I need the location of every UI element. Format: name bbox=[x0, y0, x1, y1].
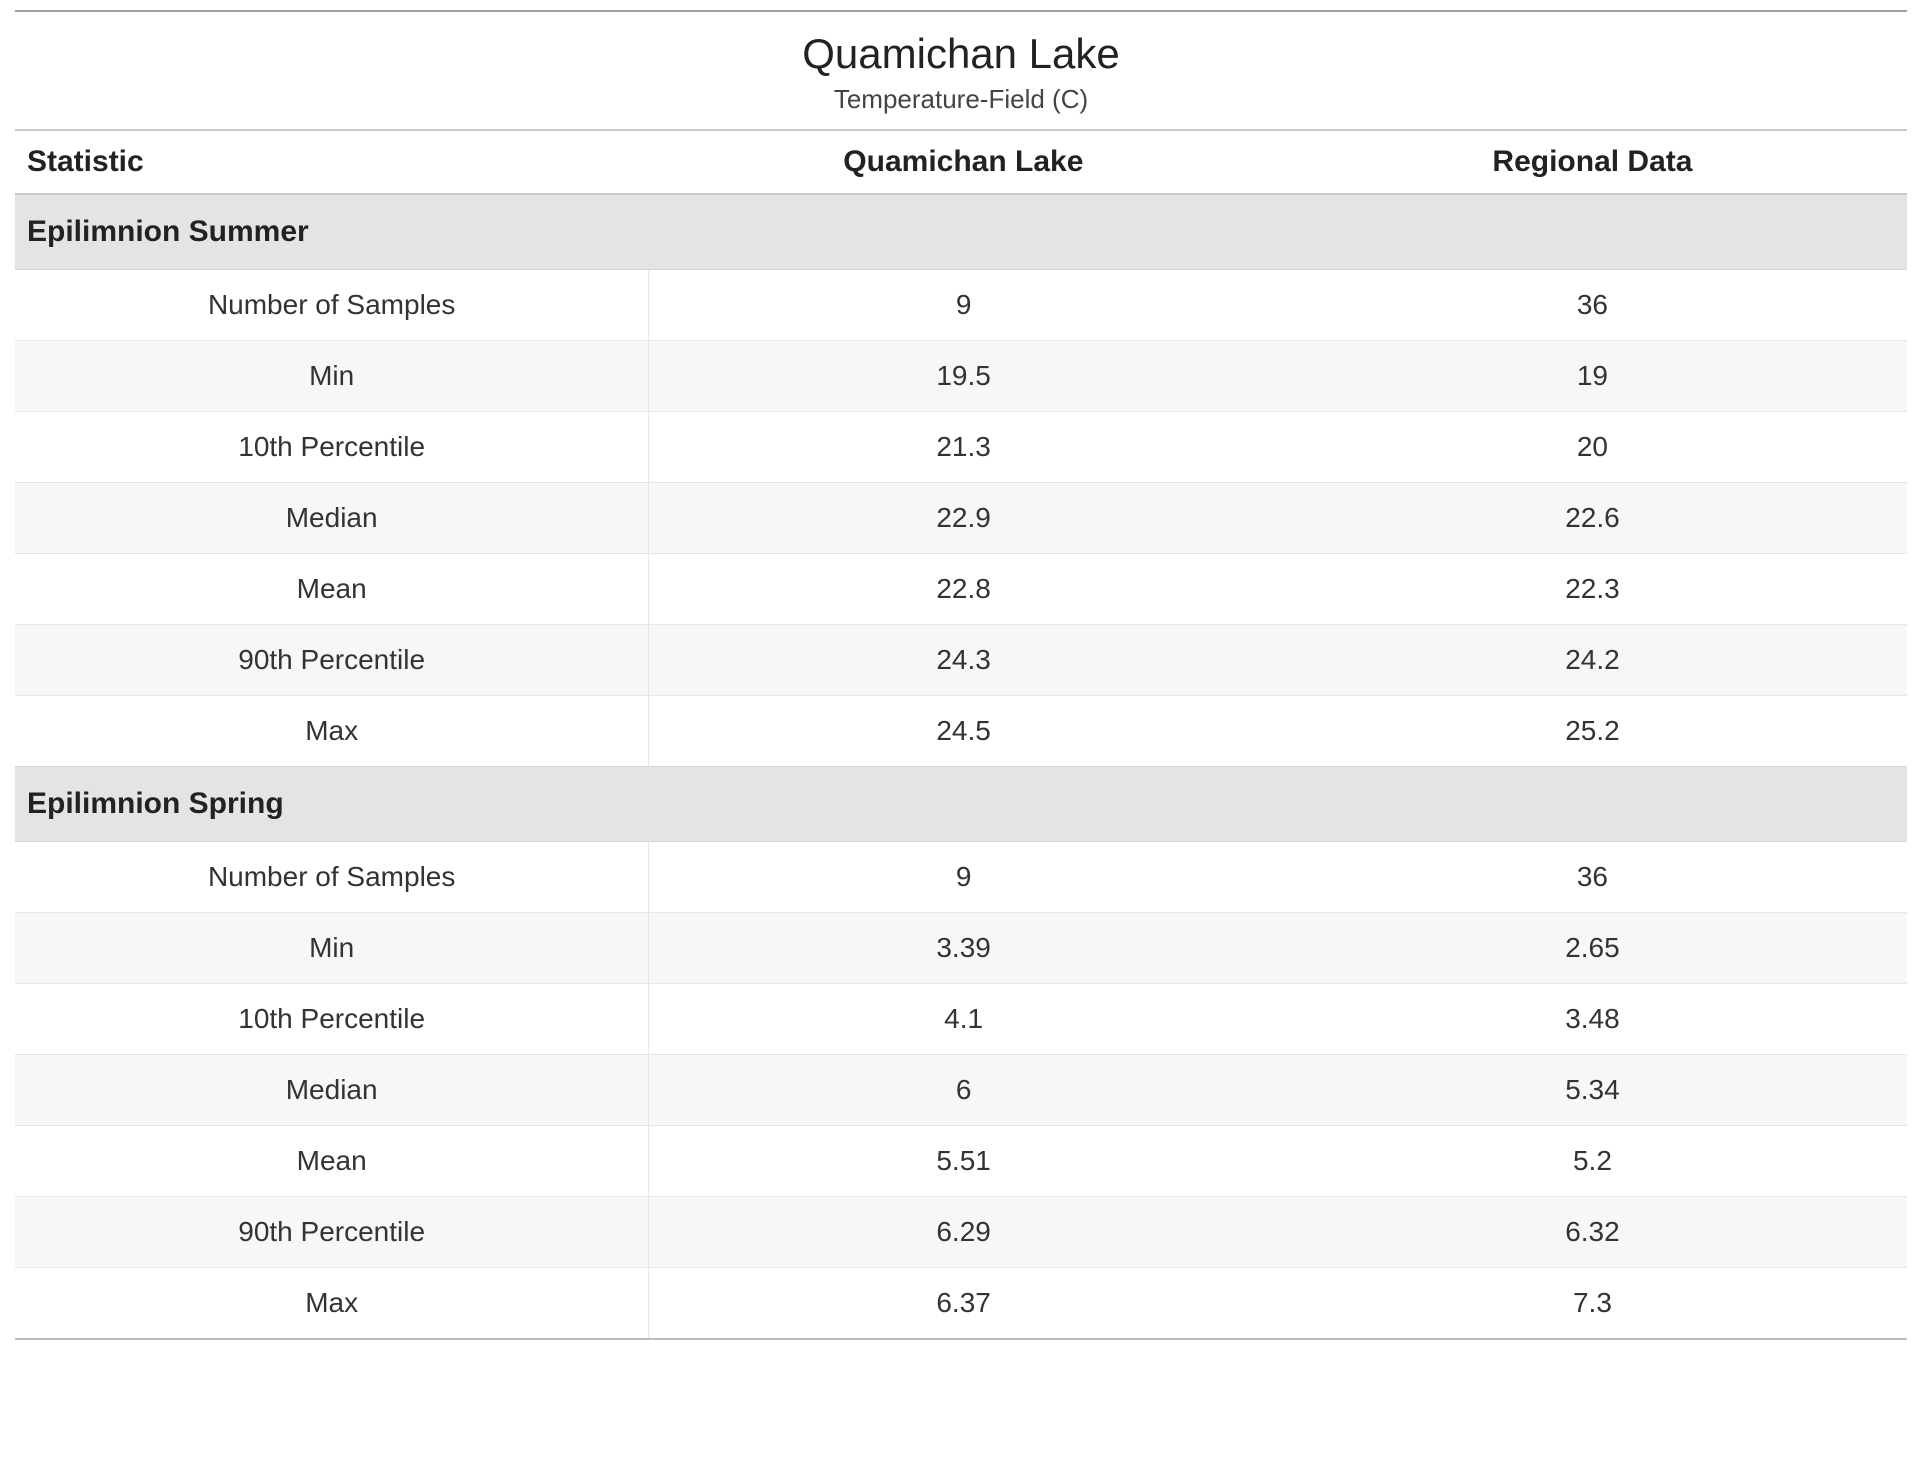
cell-q: 22.9 bbox=[649, 483, 1278, 554]
cell-q: 9 bbox=[649, 842, 1278, 913]
cell-stat: 10th Percentile bbox=[15, 412, 649, 483]
page-root: Quamichan Lake Temperature-Field (C) Sta… bbox=[0, 0, 1922, 1460]
cell-q: 6.29 bbox=[649, 1197, 1278, 1268]
cell-r: 3.48 bbox=[1278, 984, 1907, 1055]
table-row: Median 22.9 22.6 bbox=[15, 483, 1907, 554]
cell-r: 20 bbox=[1278, 412, 1907, 483]
cell-stat: 90th Percentile bbox=[15, 625, 649, 696]
cell-q: 9 bbox=[649, 270, 1278, 341]
cell-r: 24.2 bbox=[1278, 625, 1907, 696]
cell-r: 2.65 bbox=[1278, 913, 1907, 984]
table-row: Median 6 5.34 bbox=[15, 1055, 1907, 1126]
table-row: Min 19.5 19 bbox=[15, 341, 1907, 412]
cell-r: 36 bbox=[1278, 842, 1907, 913]
cell-r: 5.2 bbox=[1278, 1126, 1907, 1197]
cell-stat: 90th Percentile bbox=[15, 1197, 649, 1268]
cell-stat: Mean bbox=[15, 1126, 649, 1197]
table-row: Max 24.5 25.2 bbox=[15, 696, 1907, 767]
report-title: Quamichan Lake bbox=[15, 30, 1907, 78]
statistics-table: Statistic Quamichan Lake Regional Data E… bbox=[15, 131, 1907, 1340]
cell-r: 5.34 bbox=[1278, 1055, 1907, 1126]
cell-q: 5.51 bbox=[649, 1126, 1278, 1197]
col-header-statistic: Statistic bbox=[15, 131, 649, 194]
cell-q: 19.5 bbox=[649, 341, 1278, 412]
cell-q: 21.3 bbox=[649, 412, 1278, 483]
cell-r: 22.6 bbox=[1278, 483, 1907, 554]
cell-q: 24.3 bbox=[649, 625, 1278, 696]
cell-stat: Mean bbox=[15, 554, 649, 625]
cell-q: 6.37 bbox=[649, 1268, 1278, 1340]
table-row: Mean 22.8 22.3 bbox=[15, 554, 1907, 625]
cell-stat: Max bbox=[15, 1268, 649, 1340]
section-header-spring: Epilimnion Spring bbox=[15, 767, 1907, 842]
cell-r: 6.32 bbox=[1278, 1197, 1907, 1268]
table-row: Mean 5.51 5.2 bbox=[15, 1126, 1907, 1197]
report-subtitle: Temperature-Field (C) bbox=[15, 84, 1907, 115]
title-block: Quamichan Lake Temperature-Field (C) bbox=[15, 12, 1907, 131]
cell-r: 36 bbox=[1278, 270, 1907, 341]
table-row: 10th Percentile 21.3 20 bbox=[15, 412, 1907, 483]
cell-q: 6 bbox=[649, 1055, 1278, 1126]
cell-stat: Max bbox=[15, 696, 649, 767]
section-title: Epilimnion Spring bbox=[15, 767, 1907, 842]
cell-stat: 10th Percentile bbox=[15, 984, 649, 1055]
cell-r: 22.3 bbox=[1278, 554, 1907, 625]
section-title: Epilimnion Summer bbox=[15, 194, 1907, 270]
table-row: 90th Percentile 6.29 6.32 bbox=[15, 1197, 1907, 1268]
table-row: Number of Samples 9 36 bbox=[15, 842, 1907, 913]
cell-r: 25.2 bbox=[1278, 696, 1907, 767]
table-row: 10th Percentile 4.1 3.48 bbox=[15, 984, 1907, 1055]
cell-q: 24.5 bbox=[649, 696, 1278, 767]
table-row: Max 6.37 7.3 bbox=[15, 1268, 1907, 1340]
cell-r: 7.3 bbox=[1278, 1268, 1907, 1340]
report-block: Quamichan Lake Temperature-Field (C) Sta… bbox=[15, 10, 1907, 1340]
cell-q: 4.1 bbox=[649, 984, 1278, 1055]
cell-stat: Median bbox=[15, 483, 649, 554]
cell-q: 22.8 bbox=[649, 554, 1278, 625]
col-header-quamichan: Quamichan Lake bbox=[649, 131, 1278, 194]
cell-q: 3.39 bbox=[649, 913, 1278, 984]
cell-r: 19 bbox=[1278, 341, 1907, 412]
cell-stat: Min bbox=[15, 341, 649, 412]
table-header-row: Statistic Quamichan Lake Regional Data bbox=[15, 131, 1907, 194]
table-row: Min 3.39 2.65 bbox=[15, 913, 1907, 984]
cell-stat: Median bbox=[15, 1055, 649, 1126]
table-row: Number of Samples 9 36 bbox=[15, 270, 1907, 341]
table-row: 90th Percentile 24.3 24.2 bbox=[15, 625, 1907, 696]
cell-stat: Number of Samples bbox=[15, 842, 649, 913]
cell-stat: Number of Samples bbox=[15, 270, 649, 341]
col-header-regional: Regional Data bbox=[1278, 131, 1907, 194]
section-header-summer: Epilimnion Summer bbox=[15, 194, 1907, 270]
cell-stat: Min bbox=[15, 913, 649, 984]
